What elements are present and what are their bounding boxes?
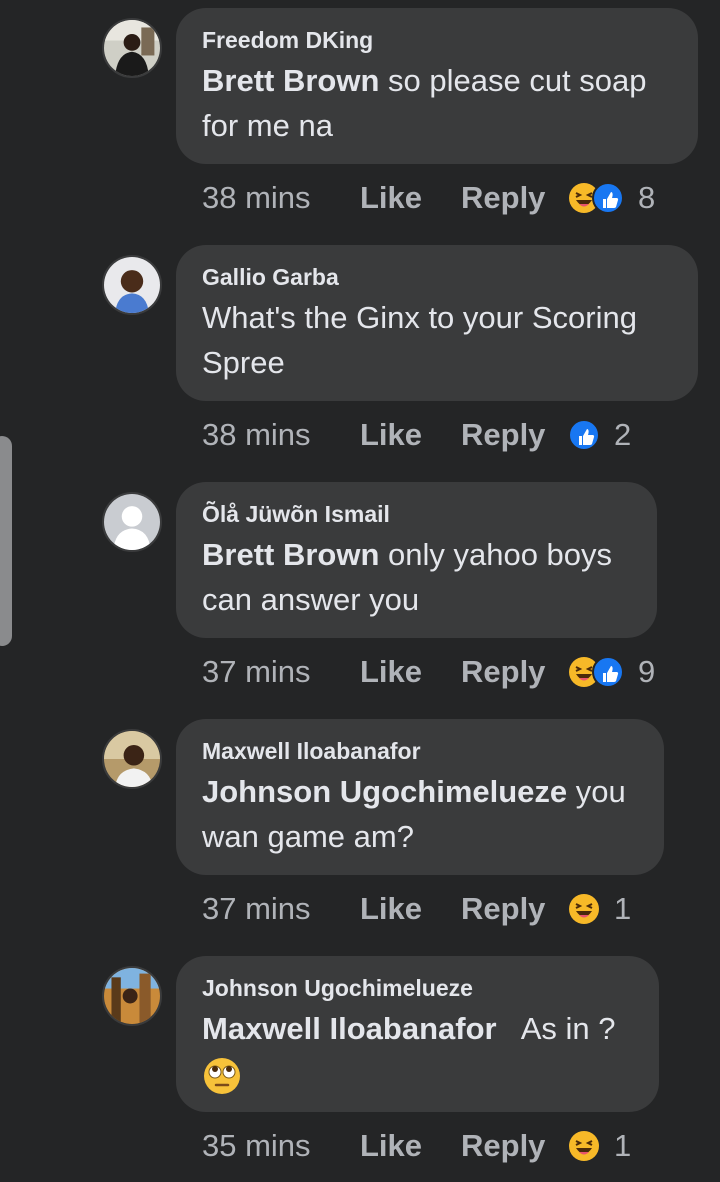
reaction-count: 2 [614,417,632,452]
comment-text: Brett Brown only yahoo boys can answer y… [202,532,631,622]
comment-text: Johnson Ugochimelueze you wan game am? [202,769,638,859]
comment-author[interactable]: Maxwell Iloabanafor [202,737,638,765]
haha-icon [568,893,600,925]
avatar[interactable] [102,729,162,789]
comment-timestamp[interactable]: 38 mins [202,417,360,453]
comment-bubble: Gallio Garba What's the Ginx to your Sco… [176,245,698,401]
reaction-summary[interactable]: 8 [568,180,655,216]
comment-actions: 35 mins Like Reply 1 [202,1126,631,1166]
like-button[interactable]: Like [360,180,461,216]
reaction-count: 1 [614,1128,632,1163]
reaction-summary[interactable]: 1 [568,891,631,927]
eye-roll-emoji [202,1056,242,1096]
comment-bubble: Freedom DKing Brett Brown so please cut … [176,8,698,164]
comment-author[interactable]: Johnson Ugochimelueze [202,974,633,1002]
like-button[interactable]: Like [360,891,461,927]
side-scroll-handle[interactable] [0,436,12,646]
reply-button[interactable]: Reply [461,891,568,927]
comment-bubble: Johnson Ugochimelueze Maxwell Iloabanafo… [176,956,659,1112]
reaction-count: 1 [614,891,632,926]
like-button[interactable]: Like [360,417,461,453]
mention-link[interactable]: Johnson Ugochimelueze [202,774,567,809]
avatar[interactable] [102,966,162,1026]
comment-actions: 37 mins Like Reply 9 [202,652,655,692]
like-icon [568,419,600,451]
like-button[interactable]: Like [360,1128,461,1164]
reaction-summary[interactable]: 2 [568,417,631,453]
mention-link[interactable]: Brett Brown [202,537,379,572]
reaction-count: 8 [638,180,656,215]
avatar[interactable] [102,255,162,315]
reaction-summary[interactable]: 9 [568,654,655,690]
reply-button[interactable]: Reply [461,417,568,453]
reaction-count: 9 [638,654,656,689]
like-button[interactable]: Like [360,654,461,690]
reply-button[interactable]: Reply [461,1128,568,1164]
comment-timestamp[interactable]: 35 mins [202,1128,360,1164]
comment-body: What's the Ginx to your Scoring Spree [202,300,637,380]
comment-author[interactable]: Gallio Garba [202,263,672,291]
mention-link[interactable]: Maxwell Iloabanafor [202,1011,497,1046]
avatar[interactable] [102,18,162,78]
comment-actions: 38 mins Like Reply 8 [202,178,655,218]
comment-text: Maxwell Iloabanafor As in ? [202,1006,633,1096]
avatar[interactable] [102,492,162,552]
reply-button[interactable]: Reply [461,180,568,216]
mention-link[interactable]: Brett Brown [202,63,379,98]
comment-bubble: Maxwell Iloabanafor Johnson Ugochimeluez… [176,719,664,875]
comment-text: Brett Brown so please cut soap for me na [202,58,672,148]
comment-timestamp[interactable]: 38 mins [202,180,360,216]
comment-timestamp[interactable]: 37 mins [202,891,360,927]
like-icon [592,656,624,688]
comment-bubble: Õlå Jüwõn Ismail Brett Brown only yahoo … [176,482,657,638]
haha-icon [568,1130,600,1162]
reaction-summary[interactable]: 1 [568,1128,631,1164]
comment-timestamp[interactable]: 37 mins [202,654,360,690]
comment-actions: 37 mins Like Reply 1 [202,889,631,929]
like-icon [592,182,624,214]
comment-author[interactable]: Freedom DKing [202,26,672,54]
comment-actions: 38 mins Like Reply 2 [202,415,631,455]
comment-body: As in ? [496,1011,616,1046]
comment-text: What's the Ginx to your Scoring Spree [202,295,672,385]
reply-button[interactable]: Reply [461,654,568,690]
comment-author[interactable]: Õlå Jüwõn Ismail [202,500,631,528]
